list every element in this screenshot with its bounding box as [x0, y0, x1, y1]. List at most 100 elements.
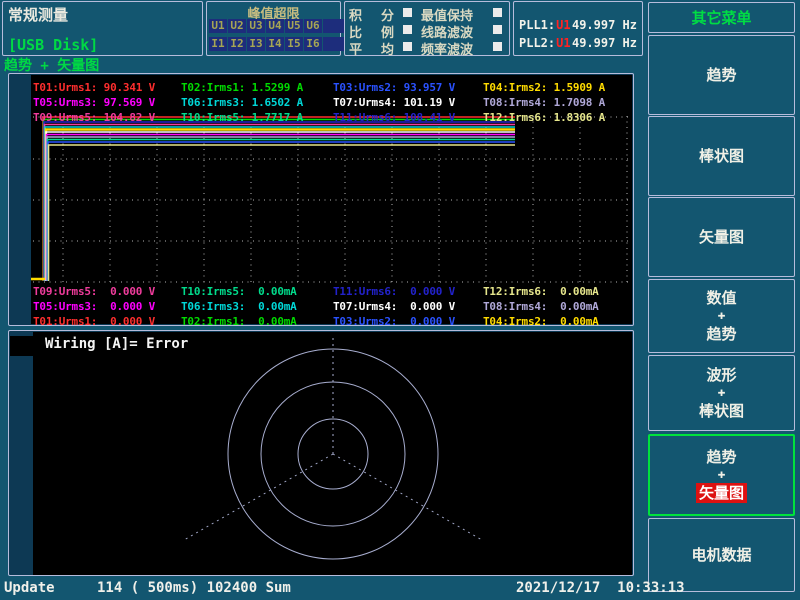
vector-axis-ray-2: [333, 454, 484, 541]
trend-legend-cursor: T09:Urms5: 0.000 V: [33, 285, 155, 298]
plus-separator: ✚: [718, 386, 726, 400]
sidebar-item-label: 趋势: [706, 447, 736, 467]
trend-legend-current: T03:Urms2: 93.957 V: [333, 81, 455, 94]
option-col1-label: 平: [349, 39, 362, 58]
trend-legend-cursor: T06:Irms3: 0.00mA: [181, 300, 297, 313]
trend-traces-svg: [31, 114, 630, 284]
peak-cell-i5: I5: [285, 37, 303, 51]
option-checkbox[interactable]: [403, 8, 412, 17]
pll1-label: PLL1:: [519, 18, 555, 32]
sidebar-item-数值plus趋势[interactable]: 数值✚趋势: [648, 279, 795, 353]
trend-trace-t07: [46, 132, 515, 281]
peak-cell-u6: U6: [304, 19, 322, 33]
trend-legend-cursor: T11:Urms6: 0.000 V: [333, 285, 455, 298]
power-analyzer-screen: 常规测量 [USB Disk] 峰值超限 U1U2U3U4U5U6 I1I2I3…: [0, 0, 800, 600]
trend-legend-current: T06:Irms3: 1.6502 A: [181, 96, 303, 109]
peak-cell-i1: I1: [209, 37, 227, 51]
pll1-source: U1: [556, 18, 570, 32]
usb-storage-label: [USB Disk]: [8, 36, 98, 54]
sidebar-item-label: 趋势: [706, 324, 736, 344]
option-checkbox[interactable]: [403, 42, 412, 51]
sidebar-item-趋势plus矢量图[interactable]: 趋势✚矢量图: [648, 434, 795, 516]
pll2-source: U1: [556, 36, 570, 50]
trend-trace-t12: [49, 145, 516, 281]
trend-legend-cursor: T05:Urms3: 0.000 V: [33, 300, 155, 313]
pll1-row: PLL1: U1 49.997 Hz: [519, 18, 639, 32]
trend-legend-current: T04:Irms2: 1.5909 A: [483, 81, 605, 94]
peak-cell-i2: I2: [228, 37, 246, 51]
status-bar: Update 114 ( 500ms) 102400 Sum 2021/12/1…: [0, 578, 800, 600]
peak-cell-u1: U1: [209, 19, 227, 33]
option-col2-label: 均: [381, 39, 394, 58]
trend-trace-t06: [45, 127, 515, 281]
trend-trace-t09: [45, 125, 516, 282]
filter-checkbox[interactable]: [493, 8, 502, 17]
trend-grid: [33, 116, 628, 282]
sidebar-item-label: 棒状图: [699, 146, 744, 166]
trend-legend-cursor: T01:Urms1: 0.000 V: [33, 315, 155, 328]
trend-legend-cursor: T03:Urms2: 0.000 V: [333, 315, 455, 328]
trend-trace-t02: [44, 120, 516, 282]
peak-voltage-row: U1U2U3U4U5U6: [209, 19, 347, 33]
peak-current-row: I1I2I3I4I5I6: [209, 37, 347, 51]
options-row-0: 积分最值保持: [345, 5, 509, 21]
peak-over-panel: 峰值超限 U1U2U3U4U5U6 I1I2I3I4I5I6: [206, 1, 341, 56]
vector-plot-area: Wiring [A]= Error: [33, 332, 632, 575]
peak-cell-i4: I4: [266, 37, 284, 51]
sidebar-item-label: 矢量图: [696, 483, 747, 503]
sidebar-item-label: 趋势: [706, 65, 736, 85]
sidebar-item-棒状图[interactable]: 棒状图: [648, 116, 795, 196]
trend-legend-current: T08:Irms4: 1.7098 A: [483, 96, 605, 109]
filter-checkbox[interactable]: [493, 25, 502, 34]
trend-legend-current: T09:Urms5: 104.82 V: [33, 111, 155, 124]
filter-checkbox[interactable]: [493, 42, 502, 51]
peak-cell-i6: I6: [304, 37, 322, 51]
measure-options-panel: 积分最值保持比例线路滤波平均频率滤波: [344, 1, 510, 56]
options-row-1: 比例线路滤波: [345, 22, 509, 38]
trend-legend-cursor: T07:Urms4: 0.000 V: [333, 300, 455, 313]
peak-cell-i3: I3: [247, 37, 265, 51]
sidebar-item-label: 波形: [706, 365, 736, 385]
view-title: 趋势 + 矢量图: [4, 55, 99, 75]
vector-axis-ray-1: [184, 454, 333, 540]
update-count-info: 114 ( 500ms) 102400 Sum: [97, 580, 291, 596]
option-checkbox[interactable]: [403, 25, 412, 34]
mode-title: 常规测量: [8, 4, 68, 25]
sidebar-header-other-menu[interactable]: 其它菜单: [648, 2, 795, 33]
sidebar-item-趋势[interactable]: 趋势: [648, 35, 795, 115]
wiring-status-label: Wiring [A]= Error: [45, 336, 188, 352]
plus-separator: ✚: [718, 309, 726, 323]
sidebar-item-波形plus棒状图[interactable]: 波形✚棒状图: [648, 355, 795, 431]
trend-legend-current: T11:Urms6: 108.41 V: [333, 111, 455, 124]
trend-legend-current: T05:Urms3: 97.569 V: [33, 96, 155, 109]
peak-cell-u4: U4: [266, 19, 284, 33]
datetime-display: 2021/12/17 10:33:13: [516, 580, 685, 596]
trend-legend-current: T12:Irms6: 1.8306 A: [483, 111, 605, 124]
sidebar-item-label: 数值: [706, 288, 736, 308]
peak-cell-u5: U5: [285, 19, 303, 33]
trend-trace-t04: [31, 130, 515, 280]
pll2-row: PLL2: U1 49.997 Hz: [519, 36, 639, 50]
trend-legend-cursor: T02:Irms1: 0.00mA: [181, 315, 297, 328]
update-label: Update: [4, 580, 55, 596]
trend-trace-t03: [48, 142, 515, 281]
sidebar-item-label: 电机数据: [691, 545, 751, 565]
options-row-2: 平均频率滤波: [345, 39, 509, 55]
pll-panel: PLL1: U1 49.997 Hz PLL2: U1 49.997 Hz: [513, 1, 643, 56]
vector-chart-panel: Wiring [A]= Error: [8, 330, 634, 576]
vector-svg: [33, 332, 632, 575]
peak-cell-u3: U3: [247, 19, 265, 33]
element-indicator-square: [10, 336, 33, 356]
sidebar-item-label: 棒状图: [699, 401, 744, 421]
sidebar-item-label: 矢量图: [699, 227, 744, 247]
peak-cell-u2: U2: [228, 19, 246, 33]
trend-legend-cursor: T12:Irms6: 0.00mA: [483, 285, 599, 298]
pll2-label: PLL2:: [519, 36, 555, 50]
trend-trace-t05: [47, 135, 516, 282]
trend-legend-cursor: T10:Irms5: 0.00mA: [181, 285, 297, 298]
trend-legend-current: T07:Urms4: 101.19 V: [333, 96, 455, 109]
trend-legend-cursor: T08:Irms4: 0.00mA: [483, 300, 599, 313]
sidebar-item-矢量图[interactable]: 矢量图: [648, 197, 795, 277]
trend-trace-t11: [44, 122, 515, 281]
trend-legend-cursor: T04:Irms2: 0.00mA: [483, 315, 599, 328]
